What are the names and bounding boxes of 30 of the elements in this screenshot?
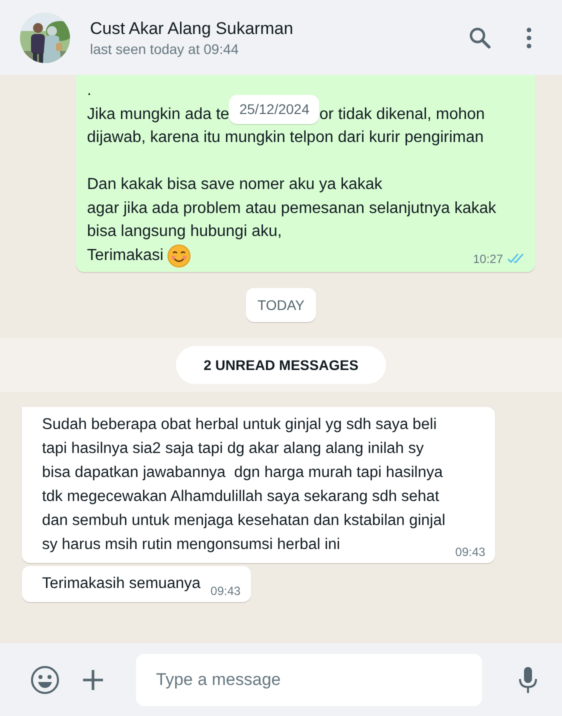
plus-icon[interactable] bbox=[82, 668, 104, 690]
message-text: bisa dapatkan jawabannya dgn harga murah tapi hasilnya bbox=[42, 462, 444, 482]
message-text: Jika mungkin ada te bbox=[87, 104, 230, 124]
unread-messages-label: 2 UNREAD MESSAGES bbox=[176, 346, 386, 384]
message-text: Terimakasih semuanya bbox=[42, 574, 201, 594]
message-input[interactable]: Type a message bbox=[136, 654, 482, 706]
message-text: bisa langsung hubungi aku, bbox=[87, 222, 283, 242]
last-seen-status: last seen today at 09:44 bbox=[90, 40, 240, 56]
message-text: Terimakasi bbox=[87, 246, 164, 266]
message-text: dan sembuh untuk menjaga kesehatan dan kstabilan ginjal bbox=[42, 510, 446, 530]
message-text: or tidak dikenal, mohon bbox=[319, 104, 485, 124]
contact-name: Cust Akar Alang Sukarman bbox=[90, 18, 294, 38]
menu-icon[interactable] bbox=[526, 26, 532, 48]
date-label: TODAY bbox=[246, 288, 316, 322]
smiling-face-icon bbox=[167, 244, 192, 268]
message-text: Sudah beberapa obat herbal untuk ginjal yg sdh saya beli bbox=[42, 414, 438, 434]
message-text: sy harus msih rutin mengonsumsi herbal ini bbox=[42, 534, 342, 554]
message-text: tdk megecewakan Alhamdulillah saya sekarang sdh sehat bbox=[42, 486, 440, 506]
message-time: 10:27 bbox=[472, 252, 503, 266]
message-time: 09:43 bbox=[455, 544, 486, 558]
message-text: . bbox=[87, 81, 92, 101]
date-label: 25/12/2024 bbox=[229, 94, 320, 124]
message-text: Dan kakak bisa save nomer aku ya kakak bbox=[87, 175, 384, 195]
search-icon[interactable] bbox=[468, 26, 492, 50]
message-text: agar jika ada problem atau pemesanan selanjutnya kakak bbox=[87, 198, 498, 218]
message-text: dijawab, karena itu mungkin telpon dari kurir pengiriman bbox=[87, 128, 485, 148]
microphone-icon[interactable] bbox=[518, 666, 538, 694]
emoji-icon[interactable] bbox=[30, 664, 60, 694]
message-time: 09:43 bbox=[210, 584, 241, 598]
message-text: tapi hasilnya sia2 saja tapi dg akar alang alang inilah sy bbox=[42, 438, 425, 458]
